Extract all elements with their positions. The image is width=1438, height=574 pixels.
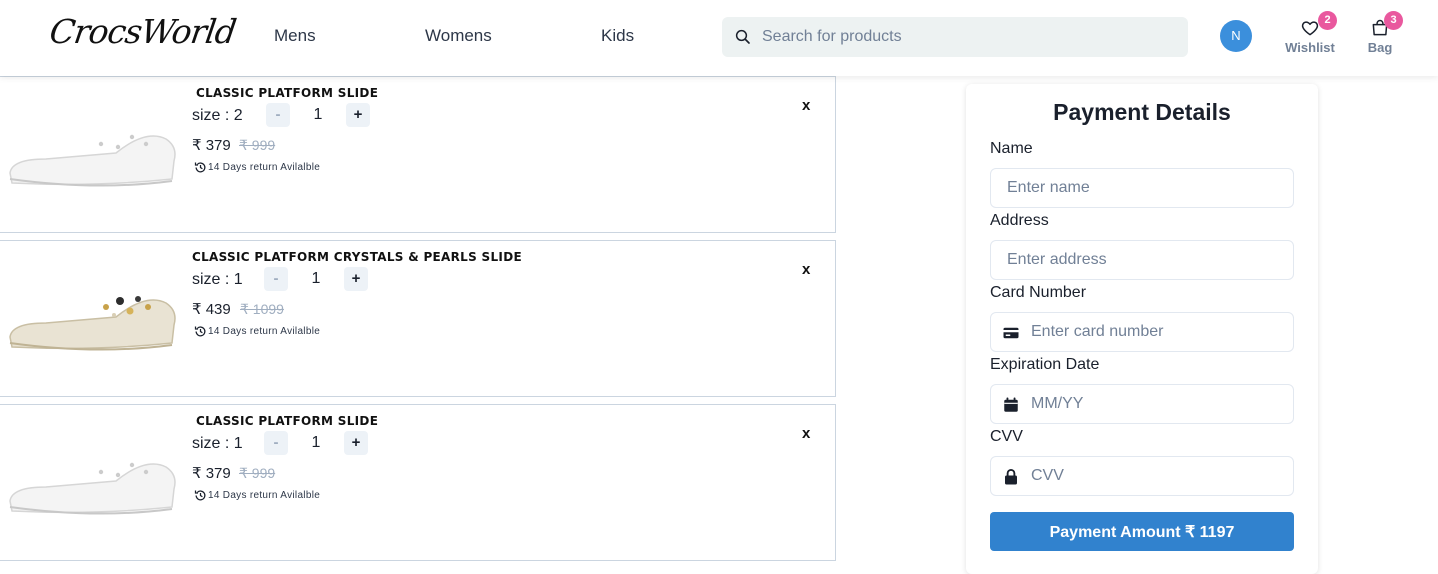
address-field-wrapper (990, 240, 1294, 280)
search-bar (722, 17, 1188, 57)
product-price: ₹ 379 (192, 137, 231, 154)
quantity-value: 1 (311, 434, 321, 451)
avatar[interactable]: N (1220, 20, 1252, 52)
nav-link-kids[interactable]: Kids (601, 26, 634, 46)
product-title[interactable]: CLASSIC PLATFORM SLIDE (196, 414, 378, 428)
card-number-input[interactable] (1031, 313, 1287, 351)
address-input[interactable] (1007, 241, 1287, 279)
product-original-price: ₹ 999 (239, 137, 276, 153)
expiration-date-label: Expiration Date (990, 356, 1100, 373)
bag-button[interactable]: 3 Bag (1350, 11, 1410, 62)
remove-item-button[interactable]: x (802, 425, 810, 442)
wishlist-label: Wishlist (1285, 40, 1335, 55)
product-image (9, 296, 176, 351)
wishlist-button[interactable]: 2 Wishlist (1280, 11, 1340, 62)
quantity-increase-button[interactable]: + (346, 103, 370, 127)
heart-icon (1301, 21, 1319, 36)
search-icon (735, 29, 750, 44)
top-header: CrocsWorld Mens Womens Kids N 2 Wishlist… (0, 0, 1438, 76)
product-original-price: ₹ 1099 (240, 301, 284, 317)
card-number-label: Card Number (990, 284, 1087, 301)
product-image (9, 462, 176, 515)
cvv-field-wrapper (990, 456, 1294, 496)
return-clock-icon (194, 490, 206, 501)
return-text: 14 Days return Avilalble (208, 326, 321, 337)
expiration-date-input[interactable] (1031, 385, 1287, 423)
cart-item: CLASSIC PLATFORM SLIDE size : 2 - 1 + ₹ … (0, 76, 836, 233)
product-price: ₹ 439 (192, 301, 231, 318)
bag-label: Bag (1367, 40, 1393, 55)
expiration-date-field-wrapper (990, 384, 1294, 424)
search-input[interactable] (762, 17, 1172, 57)
payment-panel: Payment Details Name Address Card Number… (966, 84, 1318, 574)
quantity-increase-button[interactable]: + (344, 267, 368, 291)
calendar-icon (1004, 397, 1018, 412)
quantity-increase-button[interactable]: + (344, 431, 368, 455)
product-image (9, 134, 176, 187)
site-logo[interactable]: CrocsWorld (47, 12, 238, 51)
quantity-decrease-button[interactable]: - (264, 267, 288, 291)
payment-title: Payment Details (1053, 99, 1231, 125)
remove-item-button[interactable]: x (802, 97, 810, 114)
name-input[interactable] (1007, 169, 1287, 207)
wishlist-count-badge: 2 (1318, 11, 1337, 30)
name-field-wrapper (990, 168, 1294, 208)
cart-item: CLASSIC PLATFORM CRYSTALS & PEARLS SLIDE… (0, 240, 836, 397)
return-clock-icon (194, 162, 206, 173)
product-title[interactable]: CLASSIC PLATFORM CRYSTALS & PEARLS SLIDE (192, 250, 522, 264)
product-title[interactable]: CLASSIC PLATFORM SLIDE (196, 86, 378, 100)
quantity-value: 1 (311, 270, 321, 287)
cvv-label: CVV (990, 428, 1023, 445)
lock-icon (1005, 469, 1017, 485)
remove-item-button[interactable]: x (802, 261, 810, 278)
return-clock-icon (194, 326, 206, 337)
card-number-field-wrapper (990, 312, 1294, 352)
name-label: Name (990, 140, 1033, 157)
quantity-decrease-button[interactable]: - (266, 103, 290, 127)
cvv-input[interactable] (1031, 457, 1287, 495)
product-size: size : 1 (192, 271, 243, 288)
address-label: Address (990, 212, 1049, 229)
product-size: size : 2 (192, 107, 243, 124)
product-price: ₹ 379 (192, 465, 231, 482)
payment-submit-button[interactable]: Payment Amount ₹ 1197 (990, 512, 1294, 551)
return-text: 14 Days return Avilalble (208, 162, 321, 173)
return-text: 14 Days return Avilalble (208, 490, 321, 501)
credit-card-icon (1003, 327, 1019, 339)
nav-link-womens[interactable]: Womens (425, 26, 492, 46)
quantity-decrease-button[interactable]: - (264, 431, 288, 455)
bag-count-badge: 3 (1384, 11, 1403, 30)
nav-link-mens[interactable]: Mens (274, 26, 316, 46)
product-original-price: ₹ 999 (239, 465, 276, 481)
quantity-value: 1 (313, 106, 323, 123)
product-size: size : 1 (192, 435, 243, 452)
cart-item: CLASSIC PLATFORM SLIDE size : 1 - 1 + ₹ … (0, 404, 836, 561)
